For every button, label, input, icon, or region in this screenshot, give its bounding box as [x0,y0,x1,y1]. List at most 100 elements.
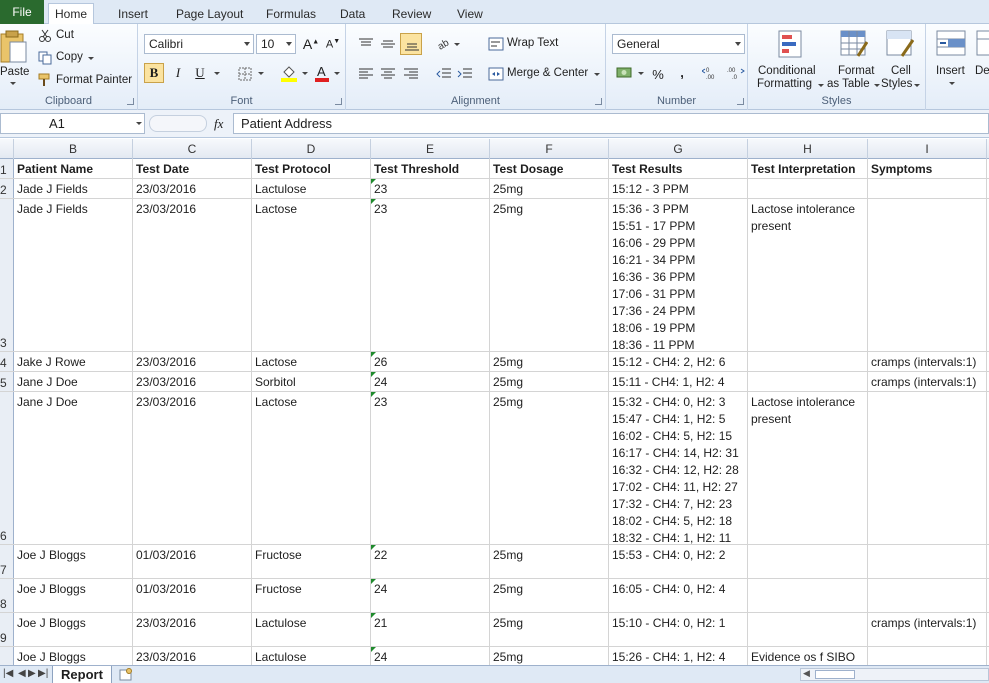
file-tab[interactable]: File [0,0,44,24]
table-cell[interactable]: 25mg [490,199,609,351]
font-color-dropdown-icon[interactable] [334,72,340,75]
table-cell[interactable]: cramps (intervals:1) [868,352,987,371]
cell-styles-button[interactable]: Cell Styles [880,26,922,92]
table-cell[interactable]: cramps (intervals:1) [868,372,987,391]
shrink-font-button[interactable]: A▼ [323,34,343,54]
paste-button[interactable]: Paste [0,26,30,88]
column-header[interactable]: C [133,139,252,159]
insert-sheet-icon[interactable] [118,668,134,681]
table-cell[interactable] [748,545,868,578]
column-title-cell[interactable]: Patient Name [14,159,133,178]
format-painter-button[interactable]: Format Painter [56,74,132,86]
table-cell[interactable]: 25mg [490,579,609,612]
table-cell[interactable] [868,199,987,351]
last-sheet-icon[interactable]: ▶| [38,668,48,679]
font-color-icon[interactable]: A [314,64,330,82]
table-cell[interactable]: 15:26 - CH4: 1, H2: 4 [609,647,748,665]
scroll-left-icon[interactable]: ◀ [803,668,810,679]
table-cell[interactable]: Lactulose [252,613,371,646]
comma-button[interactable]: , [672,62,692,82]
table-cell[interactable] [868,647,987,665]
align-right-icon[interactable] [403,67,419,81]
table-cell[interactable]: 23/03/2016 [133,392,252,544]
tab-view[interactable]: View [451,3,489,24]
table-cell[interactable]: 26 [371,352,490,371]
table-cell[interactable]: 25mg [490,179,609,198]
italic-button[interactable]: I [168,63,188,83]
column-header[interactable]: E [371,139,490,159]
table-cell[interactable]: Lactose [252,199,371,351]
increase-indent-icon[interactable] [457,67,473,81]
wrap-text-button[interactable]: Wrap Text [507,37,558,49]
table-cell[interactable]: 25mg [490,545,609,578]
table-cell[interactable]: 23/03/2016 [133,613,252,646]
table-cell[interactable]: Evidence os f SIBO [748,647,868,665]
table-cell[interactable]: 25mg [490,647,609,665]
column-title-cell[interactable]: Test Results [609,159,748,178]
table-cell[interactable]: 15:12 - CH4: 2, H2: 6 [609,352,748,371]
table-cell[interactable]: Joe J Bloggs [14,579,133,612]
tab-insert[interactable]: Insert [112,3,154,24]
borders-icon[interactable] [238,67,252,81]
table-cell[interactable]: 01/03/2016 [133,579,252,612]
table-cell[interactable]: Joe J Bloggs [14,545,133,578]
table-cell[interactable] [748,579,868,612]
table-cell[interactable]: Jane J Doe [14,372,133,391]
table-cell[interactable] [868,545,987,578]
delete-cells-button[interactable]: De [972,26,989,92]
row-header[interactable]: 3 [0,199,14,351]
bold-button[interactable]: B [144,63,164,83]
table-cell[interactable] [748,372,868,391]
table-cell[interactable]: 15:36 - 3 PPM 15:51 - 17 PPM 16:06 - 29 … [609,199,748,351]
table-cell[interactable]: Fructose [252,579,371,612]
row-header[interactable]: 6 [0,392,14,544]
next-sheet-icon[interactable]: ▶ [28,668,36,679]
copy-dropdown-icon[interactable] [88,57,94,60]
merge-center-button[interactable]: Merge & Center [507,67,588,79]
column-header[interactable]: I [868,139,987,159]
align-bottom-button[interactable] [400,33,422,55]
font-size-select[interactable]: 10 [256,34,296,54]
first-sheet-icon[interactable]: |◀ [3,668,13,679]
decrease-indent-icon[interactable] [436,67,452,81]
insert-cells-button[interactable]: Insert [930,26,970,92]
table-cell[interactable]: Lactulose [252,647,371,665]
align-middle-icon[interactable] [380,37,396,51]
table-cell[interactable]: 23/03/2016 [133,199,252,351]
scroll-thumb[interactable] [815,670,855,679]
table-cell[interactable]: 21 [371,613,490,646]
column-title-cell[interactable]: Test Interpretation [748,159,868,178]
table-cell[interactable] [868,392,987,544]
conditional-formatting-button[interactable]: Conditional Formatting [754,26,824,92]
prev-sheet-icon[interactable]: ◀ [18,668,26,679]
format-as-table-button[interactable]: Format as Table [826,26,880,92]
table-cell[interactable]: 23/03/2016 [133,372,252,391]
tab-page-layout[interactable]: Page Layout [170,3,249,24]
column-header[interactable]: H [748,139,868,159]
tab-review[interactable]: Review [386,3,437,24]
table-cell[interactable]: 15:53 - CH4: 0, H2: 2 [609,545,748,578]
column-header[interactable]: F [490,139,609,159]
align-left-icon[interactable] [358,67,374,81]
table-cell[interactable]: Joe J Bloggs [14,613,133,646]
tab-home[interactable]: Home [48,3,95,25]
table-cell[interactable]: Jade J Fields [14,199,133,351]
table-cell[interactable]: Jake J Rowe [14,352,133,371]
orientation-dropdown-icon[interactable] [454,43,460,46]
table-cell[interactable]: Jade J Fields [14,179,133,198]
sheet-tab-report[interactable]: Report [52,666,112,683]
table-cell[interactable]: 24 [371,579,490,612]
cut-button[interactable]: Cut [56,29,74,41]
name-box-dropdown-icon[interactable] [136,122,142,125]
column-title-cell[interactable]: Test Dosage [490,159,609,178]
table-cell[interactable]: 15:11 - CH4: 1, H2: 4 [609,372,748,391]
table-cell[interactable]: Lactose [252,392,371,544]
align-top-icon[interactable] [358,37,374,51]
underline-button[interactable]: U [190,63,210,83]
orientation-icon[interactable]: ab [436,36,452,50]
font-name-select[interactable]: Calibri [144,34,254,54]
fill-color-icon[interactable] [280,64,298,82]
clipboard-launcher-icon[interactable] [127,98,134,105]
merge-dropdown-icon[interactable] [594,73,600,76]
underline-dropdown-icon[interactable] [214,72,220,75]
